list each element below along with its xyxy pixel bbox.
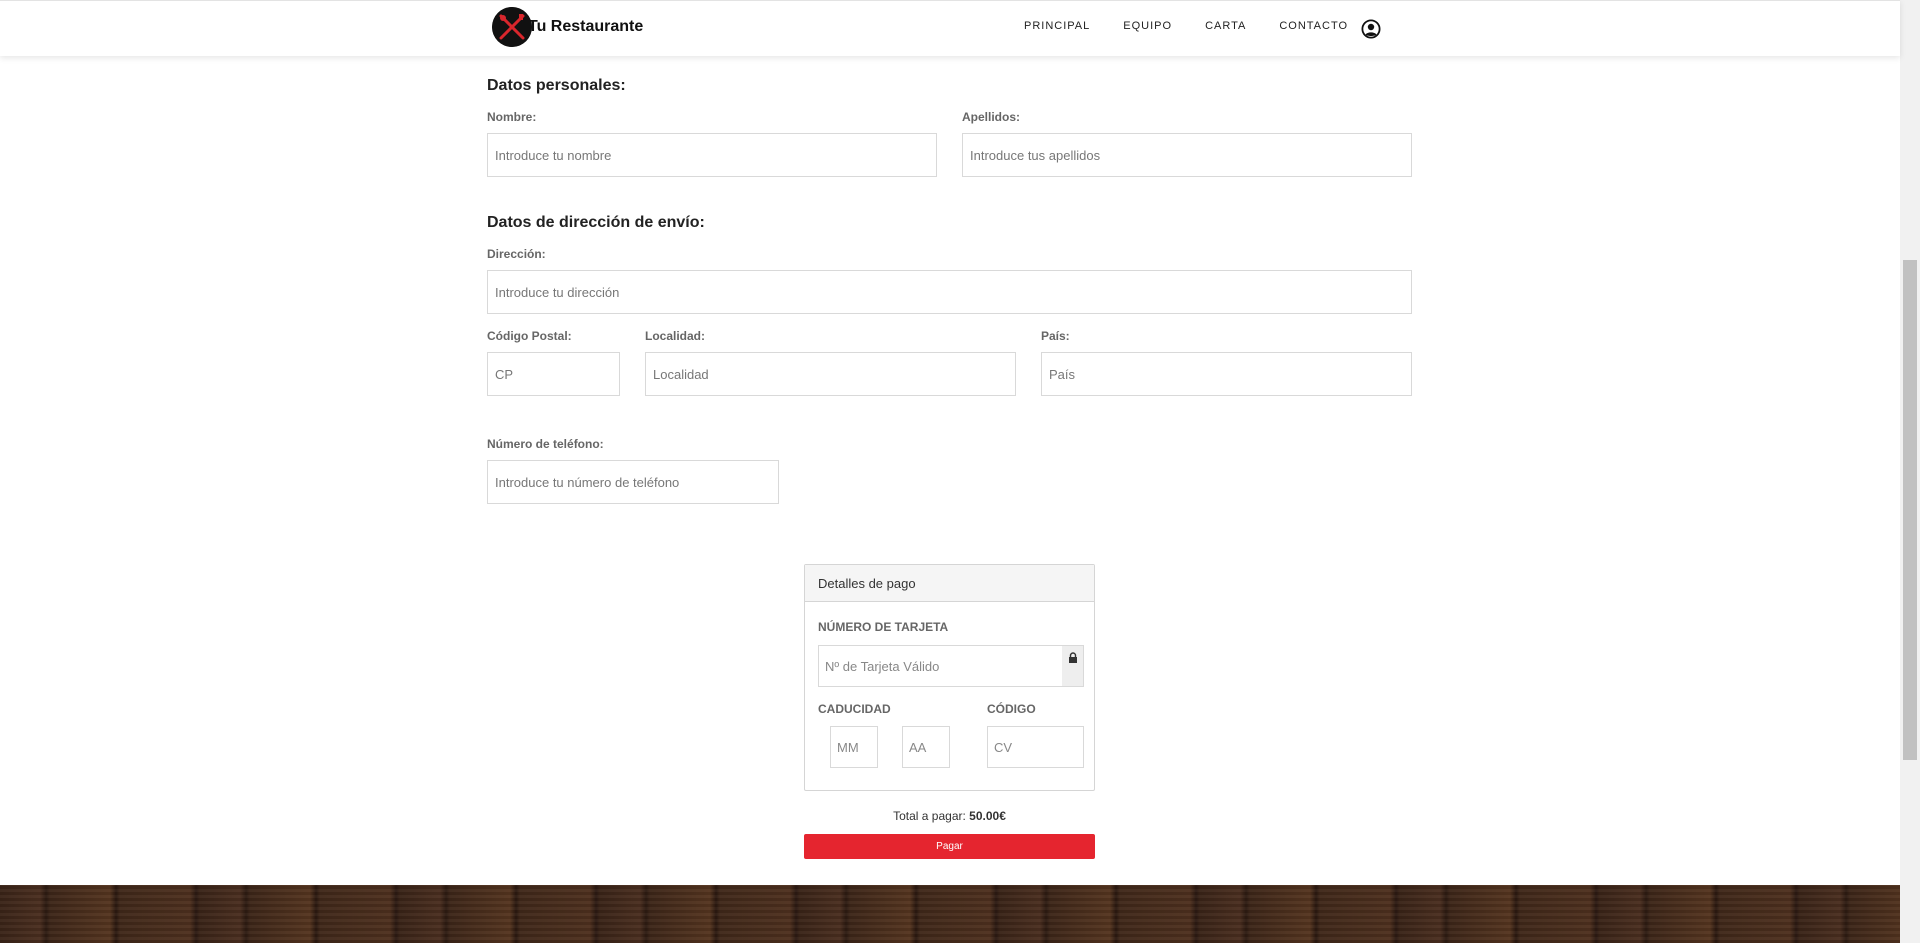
brand[interactable]: Tu Restaurante <box>492 7 643 47</box>
lock-icon <box>1069 652 1077 663</box>
nav-principal[interactable]: PRINCIPAL <box>1024 20 1090 32</box>
nav-contacto[interactable]: CONTACTO <box>1279 20 1348 32</box>
crossed-fork-knife-icon <box>492 7 532 47</box>
total-value: 50.00€ <box>969 809 1006 823</box>
expiry-year-input[interactable] <box>902 726 950 768</box>
localidad-input[interactable] <box>645 352 1016 396</box>
total-prefix: Total a pagar: <box>893 809 966 823</box>
pay-button[interactable]: Pagar <box>804 834 1095 859</box>
telefono-input[interactable] <box>487 460 779 504</box>
payment-panel: Detalles de pago NÚMERO DE TARJETA CADUC… <box>804 564 1095 791</box>
nav-carta[interactable]: CARTA <box>1205 20 1246 32</box>
top-navbar: Tu Restaurante PRINCIPAL EQUIPO CARTA CO… <box>0 0 1900 56</box>
card-number-label: NÚMERO DE TARJETA <box>818 620 949 634</box>
wood-footer <box>0 885 1900 943</box>
direccion-input[interactable] <box>487 270 1412 314</box>
card-lock-addon <box>1062 645 1084 687</box>
total-amount: Total a pagar: 50.00€ <box>804 809 1095 823</box>
security-code-input[interactable] <box>987 726 1084 768</box>
cp-input[interactable] <box>487 352 620 396</box>
user-circle-icon[interactable] <box>1361 19 1381 39</box>
apellidos-input[interactable] <box>962 133 1412 177</box>
cp-label: Código Postal: <box>487 329 572 343</box>
localidad-label: Localidad: <box>645 329 706 343</box>
scrollbar-thumb[interactable] <box>1903 260 1917 760</box>
payment-heading: Detalles de pago <box>805 565 1094 602</box>
pais-input[interactable] <box>1041 352 1412 396</box>
nav-equipo[interactable]: EQUIPO <box>1123 20 1172 32</box>
direccion-label: Dirección: <box>487 247 546 261</box>
apellidos-label: Apellidos: <box>962 110 1021 124</box>
card-number-input[interactable] <box>818 645 1063 687</box>
personal-data-title: Datos personales: <box>487 77 626 94</box>
telefono-label: Número de teléfono: <box>487 437 604 451</box>
security-code-label: CÓDIGO <box>987 702 1036 716</box>
nombre-label: Nombre: <box>487 110 537 124</box>
expiry-label: CADUCIDAD <box>818 702 891 716</box>
main-nav: PRINCIPAL EQUIPO CARTA CONTACTO <box>1024 20 1381 32</box>
nombre-input[interactable] <box>487 133 937 177</box>
pais-label: País: <box>1041 329 1070 343</box>
brand-name: Tu Restaurante <box>528 18 644 35</box>
expiry-month-input[interactable] <box>830 726 878 768</box>
page-scrollbar[interactable] <box>1900 0 1920 943</box>
address-title: Datos de dirección de envío: <box>487 214 705 231</box>
